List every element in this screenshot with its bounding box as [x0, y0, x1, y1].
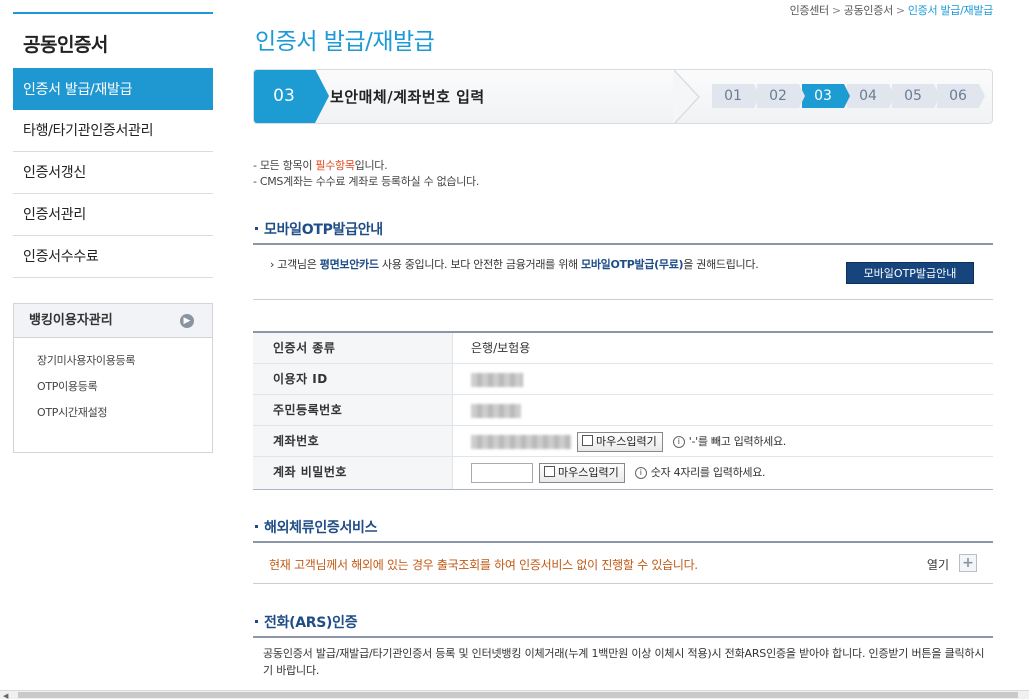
value-resident-no: [453, 395, 993, 425]
note-text: 입니다.: [354, 159, 388, 172]
otp-card-type: 평면보안카드: [319, 258, 379, 271]
section-heading-otp: 모바일OTP발급안내: [253, 219, 993, 245]
section-heading-overseas: 해외체류인증서비스: [253, 517, 993, 543]
section-heading-text: 해외체류인증서비스: [264, 520, 378, 536]
redacted-value: [471, 372, 523, 387]
breadcrumb: 인증센터 > 공동인증서 > 인증서 발급/재발급: [790, 2, 994, 18]
account-hint: i '-'를 빼고 입력하세요.: [672, 435, 787, 448]
banking-header[interactable]: 뱅킹이용자관리 ▶: [14, 304, 212, 338]
mouse-input-button-account[interactable]: 마우스입력기: [577, 431, 663, 452]
required-highlight: 필수항목: [315, 159, 355, 172]
banking-link-otp-time[interactable]: OTP시간재설정: [37, 400, 212, 426]
value-cert-type: 은행/보험용: [471, 341, 531, 355]
otp-box: › 고객님은 평면보안카드 사용 중입니다. 보다 안전한 금융거래를 위해 모…: [253, 246, 993, 300]
value-account-password: 마우스입력기 i 숫자 4자리를 입력하세요.: [453, 457, 993, 489]
redacted-value: [471, 403, 521, 418]
otp-notice: › 고객님은 평면보안카드 사용 중입니다. 보다 안전한 금융거래를 위해 모…: [270, 257, 830, 273]
overseas-box: 현재 고객님께서 해외에 있는 경우 출국조회를 하여 인증서비스 없이 진행할…: [253, 544, 993, 584]
banking-box: 뱅킹이용자관리 ▶ 장기미사용자이용등록 OTP이용등록 OTP시간재설정: [13, 303, 213, 453]
mouse-input-button-password[interactable]: 마우스입력기: [539, 462, 625, 483]
breadcrumb-item-center[interactable]: 인증센터: [790, 4, 830, 17]
mouse-input-label: 마우스입력기: [558, 465, 619, 479]
notes: - 모든 항목이 필수항목입니다. - CMS계좌는 수수료 계좌로 등록하실 …: [253, 158, 479, 190]
sidebar-item-manage[interactable]: 인증서관리: [13, 194, 213, 236]
value-user-id: [453, 364, 993, 394]
note-cms: - CMS계좌는 수수료 계좌로 등록하실 수 없습니다.: [253, 175, 480, 188]
cert-form: 인증서 종류 은행/보험용 이용자 ID 주민등록번호 계좌번호 마우스입력기 i…: [253, 331, 993, 490]
open-label[interactable]: 열기: [927, 556, 949, 573]
mouse-input-label: 마우스입력기: [596, 434, 657, 448]
otp-guide-button[interactable]: 모바일OTP발급안내: [846, 262, 974, 284]
current-step-number: 03: [254, 70, 329, 123]
step-chip-05: 05: [892, 84, 940, 108]
section-heading-text: 전화(ARS)인증: [264, 615, 358, 631]
ars-notice: 공동인증서 발급/재발급/타기관인증서 등록 및 인터넷뱅킹 이체거래(누계 1…: [263, 647, 985, 677]
step-divider: [673, 70, 700, 123]
step-indicator: 03 보안매체/계좌번호 입력 01 02 03 04 05 06: [253, 69, 993, 124]
hint-text: 숫자 4자리를 입력하세요.: [650, 466, 766, 479]
breadcrumb-separator: >: [831, 4, 841, 17]
note-text: - 모든 항목이: [253, 159, 316, 172]
banking-title: 뱅킹이용자관리: [29, 313, 113, 328]
sidebar: 공동인증서 인증서 발급/재발급 타행/타기관인증서관리 인증서갱신 인증서관리…: [13, 12, 213, 453]
sidebar-item-issue[interactable]: 인증서 발급/재발급: [13, 68, 213, 110]
label-user-id: 이용자 ID: [253, 364, 453, 394]
form-row-account: 계좌번호 마우스입력기 i '-'를 빼고 입력하세요.: [253, 426, 993, 457]
step-chip-02: 02: [757, 84, 805, 108]
label-cert-type: 인증서 종류: [253, 333, 453, 363]
form-row-account-password: 계좌 비밀번호 마우스입력기 i 숫자 4자리를 입력하세요.: [253, 457, 993, 489]
bullet-icon: [255, 227, 258, 230]
breadcrumb-item-current: 인증서 발급/재발급: [907, 4, 993, 17]
form-row-user-id: 이용자 ID: [253, 364, 993, 395]
info-icon: i: [672, 436, 685, 448]
section-heading-text: 모바일OTP발급안내: [264, 222, 383, 238]
otp-text-part: 사용 중입니다. 보다 안전한 금융거래를 위해: [378, 258, 582, 271]
otp-text-part: 고객님은: [277, 258, 320, 271]
bullet-icon: [255, 620, 258, 623]
otp-text-part: 을 권해드립니다.: [683, 258, 759, 271]
banking-link-otp-register[interactable]: OTP이용등록: [37, 374, 212, 400]
form-row-resident-no: 주민등록번호: [253, 395, 993, 426]
horizontal-scrollbar[interactable]: ◀: [0, 690, 1029, 699]
sidebar-item-renew[interactable]: 인증서갱신: [13, 152, 213, 194]
overseas-notice: 현재 고객님께서 해외에 있는 경우 출국조회를 하여 인증서비스 없이 진행할…: [269, 558, 698, 572]
breadcrumb-item-cert[interactable]: 공동인증서: [844, 4, 893, 17]
step-chip-04: 04: [847, 84, 895, 108]
step-chip-03: 03: [802, 84, 850, 108]
scroll-left-icon[interactable]: ◀: [3, 692, 8, 699]
account-password-input[interactable]: [471, 462, 533, 483]
hint-text: '-'를 빼고 입력하세요.: [688, 435, 787, 448]
current-step-label: 보안매체/계좌번호 입력: [330, 88, 485, 106]
sidebar-item-other-cert[interactable]: 타행/타기관인증서관리: [13, 110, 213, 152]
page-title: 인증서 발급/재발급: [255, 29, 435, 55]
banking-link-dormant[interactable]: 장기미사용자이용등록: [37, 348, 212, 374]
form-row-cert-type: 인증서 종류 은행/보험용: [253, 333, 993, 364]
info-icon: i: [634, 467, 647, 479]
plus-icon[interactable]: +: [959, 554, 977, 572]
label-account-password: 계좌 비밀번호: [253, 457, 453, 489]
redacted-account-number: [471, 434, 571, 449]
label-resident-no: 주민등록번호: [253, 395, 453, 425]
step-chip-06: 06: [937, 84, 985, 108]
breadcrumb-separator: >: [895, 4, 905, 17]
chevron-right-icon[interactable]: ▶: [180, 314, 194, 328]
sidebar-item-fee[interactable]: 인증서수수료: [13, 236, 213, 278]
checkbox-icon[interactable]: [582, 435, 593, 446]
checkbox-icon[interactable]: [544, 466, 555, 477]
section-heading-ars: 전화(ARS)인증: [253, 612, 993, 638]
sidebar-title: 공동인증서: [13, 12, 213, 68]
bullet-icon: [255, 525, 258, 528]
scrollbar-thumb[interactable]: [18, 692, 1018, 698]
step-chip-01: 01: [712, 84, 760, 108]
otp-free-offer: 모바일OTP발급(무료): [581, 258, 684, 271]
value-account: 마우스입력기 i '-'를 빼고 입력하세요.: [453, 426, 993, 456]
label-account: 계좌번호: [253, 426, 453, 456]
note-required: - 모든 항목이 필수항목입니다.: [253, 158, 479, 174]
password-hint: i 숫자 4자리를 입력하세요.: [634, 466, 766, 479]
